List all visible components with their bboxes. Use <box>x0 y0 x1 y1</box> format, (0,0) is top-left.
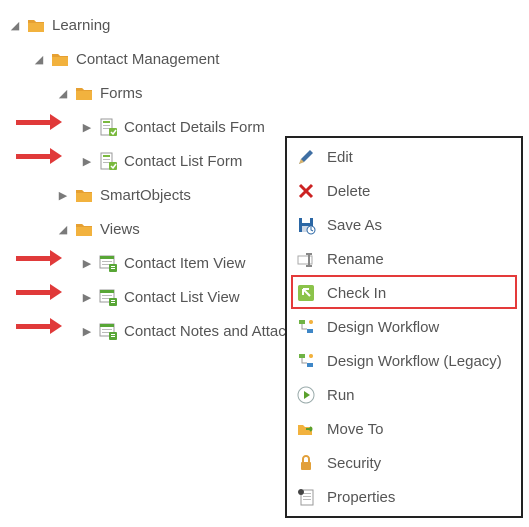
collapse-icon[interactable]: ◢ <box>56 86 70 100</box>
menu-item-label: Design Workflow <box>327 319 439 336</box>
menu-item-design-workflow-legacy[interactable]: Design Workflow (Legacy) <box>287 344 521 378</box>
menu-item-move-to[interactable]: Move To <box>287 412 521 446</box>
menu-item-properties[interactable]: Properties <box>287 480 521 514</box>
menu-item-design-workflow[interactable]: Design Workflow <box>287 310 521 344</box>
menu-item-label: Run <box>327 387 355 404</box>
workflow-icon <box>295 316 317 338</box>
menu-item-security[interactable]: Security <box>287 446 521 480</box>
workflow-icon <box>295 350 317 372</box>
menu-item-label: Move To <box>327 421 383 438</box>
menu-item-save-as[interactable]: Save As <box>287 208 521 242</box>
menu-item-label: Delete <box>327 183 370 200</box>
folder-icon <box>74 83 94 103</box>
play-icon <box>295 384 317 406</box>
folder-icon <box>26 15 46 35</box>
menu-item-rename[interactable]: Rename <box>287 242 521 276</box>
expand-icon[interactable]: ▶ <box>80 290 94 304</box>
expand-icon[interactable]: ▶ <box>80 256 94 270</box>
callout-arrow <box>16 284 62 300</box>
menu-item-label: Security <box>327 455 381 472</box>
collapse-icon[interactable]: ◢ <box>8 18 22 32</box>
view-icon <box>98 253 118 273</box>
expand-icon[interactable]: ▶ <box>80 120 94 134</box>
form-icon <box>98 117 118 137</box>
tree-node-contact-management[interactable]: ◢ Contact Management <box>4 42 529 76</box>
folder-icon <box>74 219 94 239</box>
tree-node-label: Contact Item View <box>124 255 245 272</box>
tree-node-label: Forms <box>100 85 143 102</box>
view-icon <box>98 287 118 307</box>
save-as-icon <box>295 214 317 236</box>
form-icon <box>98 151 118 171</box>
menu-item-label: Rename <box>327 251 384 268</box>
callout-arrow <box>16 114 62 130</box>
lock-icon <box>295 452 317 474</box>
folder-icon <box>50 49 70 69</box>
properties-icon <box>295 486 317 508</box>
callout-arrow <box>16 250 62 266</box>
view-icon <box>98 321 118 341</box>
tree-node-label: Learning <box>52 17 110 34</box>
menu-item-label: Properties <box>327 489 395 506</box>
move-to-icon <box>295 418 317 440</box>
check-in-icon <box>295 282 317 304</box>
menu-item-run[interactable]: Run <box>287 378 521 412</box>
tree-node-label: Contact List Form <box>124 153 242 170</box>
menu-item-delete[interactable]: Delete <box>287 174 521 208</box>
menu-item-label: Design Workflow (Legacy) <box>327 353 502 370</box>
tree-node-label: Contact List View <box>124 289 240 306</box>
context-menu: Edit Delete Save As Rename Check In Desi… <box>285 136 523 518</box>
tree-node-label: SmartObjects <box>100 187 191 204</box>
menu-item-label: Check In <box>327 285 386 302</box>
menu-item-label: Edit <box>327 149 353 166</box>
expand-icon[interactable]: ▶ <box>80 154 94 168</box>
tree-node-forms[interactable]: ◢ Forms <box>4 76 529 110</box>
tree-node-label: Contact Details Form <box>124 119 265 136</box>
tree-node-learning[interactable]: ◢ Learning <box>4 8 529 42</box>
pencil-icon <box>295 146 317 168</box>
tree-node-label: Views <box>100 221 140 238</box>
delete-icon <box>295 180 317 202</box>
expand-icon[interactable]: ▶ <box>80 324 94 338</box>
collapse-icon[interactable]: ◢ <box>56 222 70 236</box>
expand-icon[interactable]: ▶ <box>56 188 70 202</box>
menu-item-edit[interactable]: Edit <box>287 140 521 174</box>
folder-icon <box>74 185 94 205</box>
menu-item-label: Save As <box>327 217 382 234</box>
collapse-icon[interactable]: ◢ <box>32 52 46 66</box>
callout-arrow <box>16 318 62 334</box>
tree-node-label: Contact Management <box>76 51 219 68</box>
menu-item-check-in[interactable]: Check In <box>287 276 521 310</box>
callout-arrow <box>16 148 62 164</box>
rename-icon <box>295 248 317 270</box>
